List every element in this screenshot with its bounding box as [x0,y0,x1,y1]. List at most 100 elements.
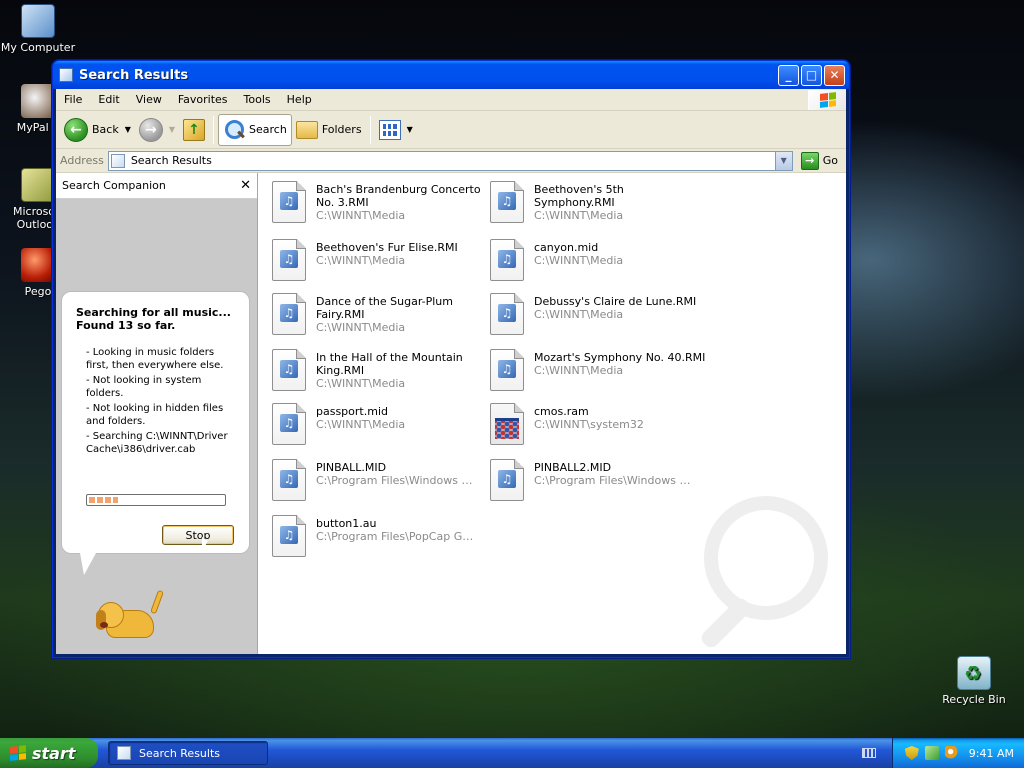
result-file-name: Dance of the Sugar-Plum Fairy.RMI [316,295,453,321]
result-file-item[interactable]: Bach's Brandenburg Concerto No. 3.RMIC:\… [272,181,490,229]
result-file-name: cmos.ram [534,405,589,418]
menu-favorites[interactable]: Favorites [170,93,236,106]
standard-toolbar: ← Back ▼ → ▼ ↑ Search Folders ▼ [56,111,846,149]
search-status-balloon: Searching for all music... Found 13 so f… [61,291,250,575]
back-arrow-icon: ← [64,117,88,142]
pego-icon [21,248,55,282]
search-watermark-icon [688,496,838,646]
folders-icon [295,120,318,139]
windows-flag-icon [819,91,836,108]
result-file-item[interactable]: PINBALL2.MIDC:\Program Files\Windows NT\… [490,459,708,507]
address-dropdown-icon[interactable]: ▼ [774,151,792,170]
result-file-path: C:\Program Files\Windows NT\... [534,474,694,487]
result-file-meta: button1.au C:\Program Files\PopCap Gam... [316,515,476,543]
result-file-item[interactable]: Beethoven's 5th Symphony.RMIC:\WINNT\Med… [490,181,708,229]
folders-button[interactable]: Folders [292,114,366,146]
result-file-name: Mozart's Symphony No. 40.RMI [534,351,706,364]
result-file-path: C:\WINNT\Media [316,321,406,334]
result-file-meta: cmos.ram C:\WINNT\system32 [534,403,644,431]
views-button[interactable]: ▼ [375,114,417,146]
result-file-path: C:\WINNT\Media [534,209,624,222]
network-icon[interactable] [924,746,939,760]
music-file-icon [272,459,306,501]
search-window-icon [59,68,73,82]
go-button[interactable]: → Go [797,151,842,170]
taskbar-item-search-results[interactable]: Search Results [108,741,268,765]
search-status-line: - Not looking in hidden files and folder… [86,403,224,427]
menu-tools[interactable]: Tools [236,93,279,106]
rover-dog-icon[interactable] [96,588,164,648]
start-button[interactable]: start [0,738,98,768]
back-dropdown-icon[interactable]: ▼ [125,125,131,134]
search-companion-title: Search Companion [62,179,166,192]
result-file-name: canyon.mid [534,241,599,254]
desktop-icon-label: My Computer [0,41,76,54]
result-file-name: passport.mid [316,405,388,418]
result-file-path: C:\WINNT\Media [316,377,406,390]
search-status-heading-2: Found 13 so far. [76,319,176,332]
result-file-item[interactable]: PINBALL.MIDC:\Program Files\Windows NT\.… [272,459,490,507]
maximize-button[interactable]: □ [801,64,822,86]
close-button[interactable]: ✕ [824,64,845,86]
address-label: Address [60,154,104,167]
result-file-meta: In the Hall of the Mountain King.RMI C:\W… [316,349,490,390]
security-shield-icon[interactable] [904,746,919,760]
result-file-item[interactable]: In the Hall of the Mountain King.RMIC:\W… [272,349,490,397]
result-file-name: Debussy's Claire de Lune.RMI [534,295,697,308]
result-file-meta: PINBALL2.MID C:\Program Files\Windows NT\… [534,459,694,487]
desktop-icon-recycle-bin[interactable]: Recycle Bin [936,656,1012,706]
search-status-line: - Looking in music folders first, then e… [86,347,224,371]
menu-view[interactable]: View [128,93,170,106]
result-file-name: Beethoven's Fur Elise.RMI [316,241,458,254]
menu-file[interactable]: File [56,93,90,106]
result-file-item[interactable]: cmos.ram C:\WINNT\system32 [490,403,708,451]
result-file-meta: Mozart's Symphony No. 40.RMI C:\WINNT\Med… [534,349,705,377]
folders-label: Folders [321,123,362,136]
result-file-path: C:\WINNT\Media [534,254,624,267]
result-file-item[interactable]: Dance of the Sugar-Plum Fairy.RMIC:\WINN… [272,293,490,341]
search-button[interactable]: Search [218,113,292,146]
address-field[interactable]: Search Results ▼ [107,150,793,171]
keyboard-icon[interactable] [861,748,876,758]
desktop-icon-my-computer[interactable]: My Computer [0,4,76,54]
menu-edit[interactable]: Edit [90,93,127,106]
minimize-button[interactable]: _ [778,64,799,86]
forward-button[interactable]: → ▼ [135,114,179,146]
music-file-icon [490,459,524,501]
result-file-path: C:\Program Files\Windows NT\... [316,474,476,487]
result-file-item[interactable]: Debussy's Claire de Lune.RMIC:\WINNT\Med… [490,293,708,341]
search-status-heading: Searching for all music... Found 13 so f… [76,306,239,332]
title-bar[interactable]: Search Results _ □ ✕ [53,61,849,89]
result-file-name: Beethoven's 5th Symphony.RMI [534,183,624,209]
search-tray-icon[interactable] [944,746,959,760]
result-file-item[interactable]: Mozart's Symphony No. 40.RMIC:\WINNT\Med… [490,349,708,397]
go-label: Go [822,154,838,167]
result-file-meta: Beethoven's Fur Elise.RMI C:\WINNT\Media [316,239,458,267]
up-folder-button[interactable]: ↑ [179,114,209,146]
up-folder-icon: ↑ [183,118,206,141]
close-pane-icon[interactable]: ✕ [240,178,251,193]
address-value[interactable]: Search Results [131,154,775,167]
outlook-icon [21,168,55,202]
result-file-path: C:\WINNT\Media [316,418,406,431]
system-tray: 9:41 AM [891,738,1024,768]
search-companion-header: Search Companion ✕ [56,173,257,199]
go-arrow-icon: → [800,151,819,170]
start-label: start [32,743,76,763]
result-file-path: C:\WINNT\system32 [534,418,644,431]
stop-button[interactable]: Stop [162,525,234,545]
menu-help[interactable]: Help [279,93,320,106]
result-file-item[interactable]: button1.auC:\Program Files\PopCap Gam... [272,515,490,563]
result-file-item[interactable]: canyon.midC:\WINNT\Media [490,239,708,287]
search-companion-pane: Search Companion ✕ Searching for all mus… [56,173,258,654]
views-dropdown-icon[interactable]: ▼ [407,125,413,134]
result-file-path: C:\WINNT\Media [534,364,624,377]
forward-dropdown-icon[interactable]: ▼ [169,125,175,134]
result-file-path: C:\Program Files\PopCap Gam... [316,530,476,543]
search-results-small-icon [110,153,125,168]
back-button[interactable]: ← Back ▼ [60,114,135,146]
clock[interactable]: 9:41 AM [969,747,1014,760]
result-file-item[interactable]: Beethoven's Fur Elise.RMIC:\WINNT\Media [272,239,490,287]
result-file-item[interactable]: passport.midC:\WINNT\Media [272,403,490,451]
result-file-name: PINBALL.MID [316,461,387,474]
